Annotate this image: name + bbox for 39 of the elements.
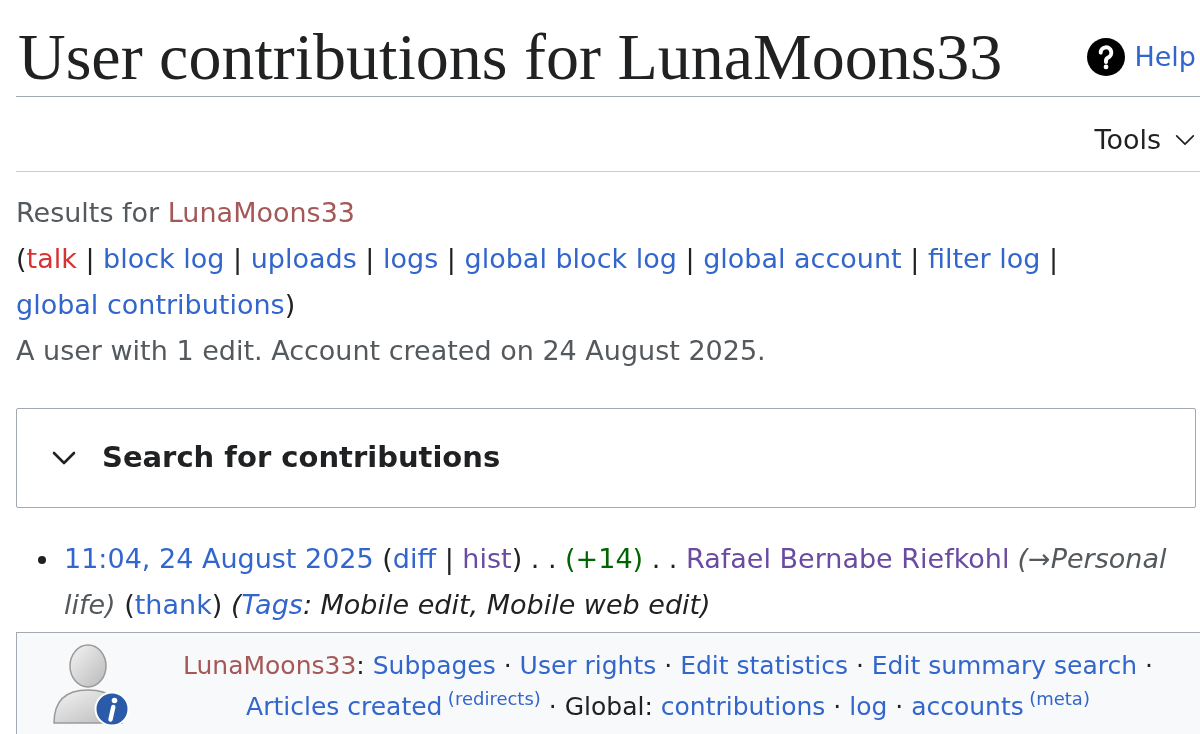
bullet-icon [38, 556, 46, 564]
tags-link[interactable]: Tags [241, 589, 303, 620]
link[interactable]: filter log [927, 243, 1041, 274]
link[interactable]: diff [392, 543, 437, 574]
contribution-entry: 11:04, 24 August 2025 (diff | hist) . . (+14) . . Rafael Bernabe Riefkohl (→Personal life) (thank) (Tags: Mobile edit, Mobile web edit) [64, 542, 1168, 622]
link[interactable]: logs [383, 243, 439, 274]
link[interactable]: Articles created [246, 692, 443, 721]
link[interactable]: global account [703, 243, 902, 274]
user-tool-links: (talk | block log | uploads | logs | global block log | global account | filter log | global contributions) [16, 242, 1060, 322]
visited-link[interactable]: hist [462, 543, 512, 574]
link[interactable]: block log [103, 243, 225, 274]
link[interactable]: Edit statistics [680, 651, 848, 680]
page-title: User contributions for LunaMoons33 [18, 19, 1003, 95]
results-heading: Results for LunaMoons33 [16, 196, 356, 230]
new-page-link[interactable]: talk [26, 243, 77, 274]
superscript-link[interactable]: (meta) [1029, 688, 1090, 709]
user-info-icon [50, 643, 130, 727]
link[interactable]: log [849, 692, 888, 721]
user-page-link[interactable]: LunaMoons33 [167, 197, 355, 228]
user-page-link[interactable]: LunaMoons33 [182, 651, 357, 680]
tools-menu-button[interactable]: Tools [1094, 117, 1195, 163]
search-panel-toggle[interactable]: Search for contributions [52, 436, 501, 480]
link[interactable]: accounts [911, 692, 1024, 721]
link[interactable]: global block log [464, 243, 677, 274]
link[interactable]: uploads [250, 243, 357, 274]
link[interactable]: 11:04, 24 August 2025 [64, 543, 374, 574]
help-icon [1087, 38, 1126, 76]
superscript-link[interactable]: (redirects) [447, 688, 541, 709]
user-info-links: LunaMoons33: Subpages · User rights · Edit statistics · Edit summary search · Articles created $^{(redirects)}$ · Global: contributions · log · accounts $^{(meta)}$ [181, 650, 1154, 723]
link[interactable]: Subpages [372, 651, 496, 680]
account-summary: A user with 1 edit. Account created on 24 August 2025. [16, 334, 767, 368]
link[interactable]: thank [134, 589, 212, 620]
link[interactable]: global contributions [16, 289, 285, 320]
chevron-down-icon [1175, 134, 1195, 146]
visited-link[interactable]: Rafael Bernabe Riefkohl [686, 543, 1010, 574]
help-link[interactable]: Help [1087, 38, 1196, 76]
link[interactable]: contributions [660, 692, 826, 721]
link[interactable]: User rights [519, 651, 657, 680]
link[interactable]: Edit summary search [871, 651, 1138, 680]
